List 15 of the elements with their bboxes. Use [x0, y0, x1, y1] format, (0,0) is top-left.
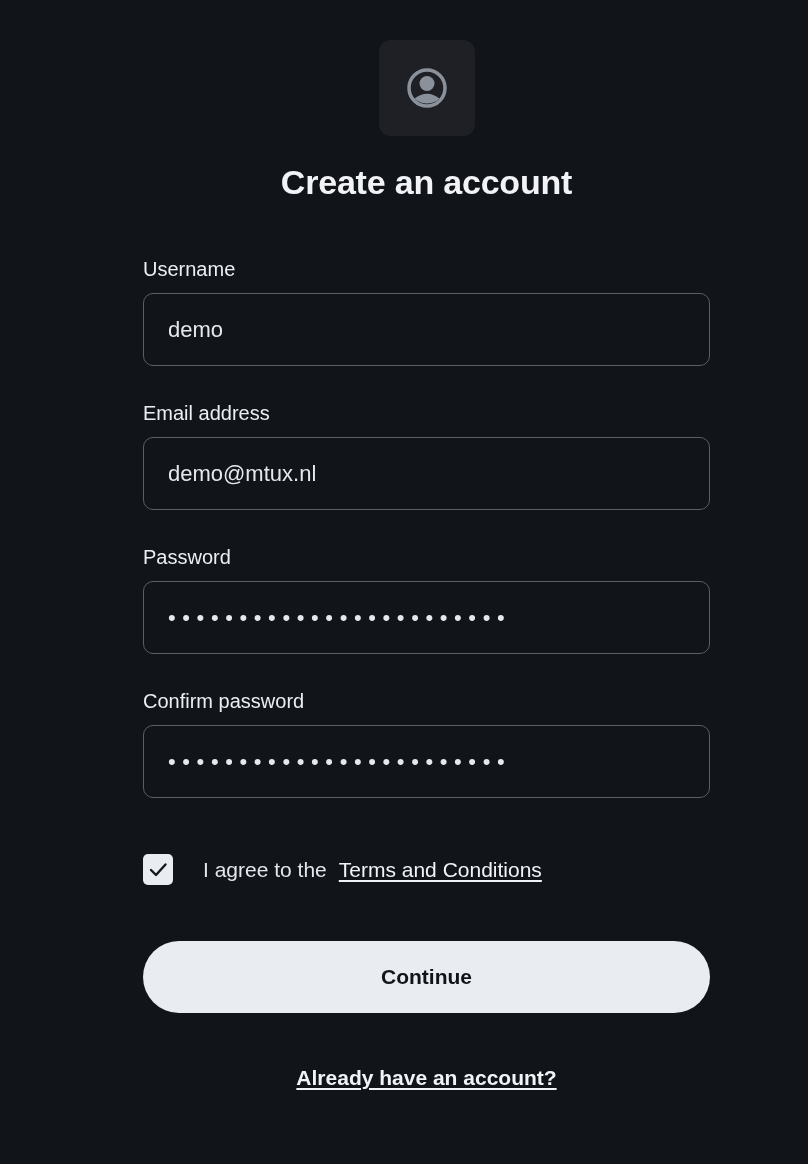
field-label: Confirm password: [143, 689, 305, 713]
field-label: Username: [143, 257, 236, 281]
checkbox[interactable]: [143, 854, 173, 885]
field-label: Password: [143, 545, 231, 569]
input-field[interactable]: demo@mtux.nl: [143, 437, 710, 510]
input-field[interactable]: ••••••••••••••••••••••••: [143, 725, 710, 798]
input-field[interactable]: demo: [143, 293, 710, 366]
signin-link[interactable]: Already have an account?: [296, 1066, 557, 1090]
input-field[interactable]: ••••••••••••••••••••••••: [143, 581, 710, 654]
page-title: Create an account: [280, 162, 573, 203]
terms-link[interactable]: Terms and Conditions: [338, 856, 542, 883]
continue-button[interactable]: Continue: [143, 941, 710, 1013]
user-icon: [378, 40, 475, 136]
agreement-text: I agree to the: [203, 856, 327, 883]
field-label: Email address: [143, 401, 270, 425]
